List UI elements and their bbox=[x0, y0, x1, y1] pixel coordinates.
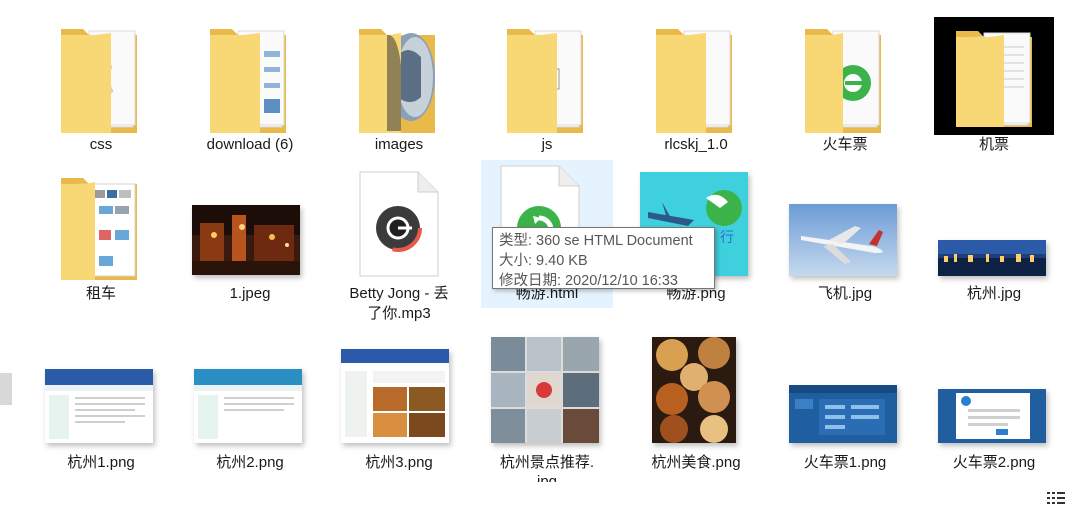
file-hangzhou-jpg[interactable]: 杭州.jpg bbox=[920, 168, 1068, 313]
image-thumbnail bbox=[341, 349, 449, 443]
folder-icon bbox=[656, 29, 732, 133]
folder-icon bbox=[805, 29, 881, 133]
folder-js[interactable]: js bbox=[473, 17, 621, 162]
folder-icon bbox=[61, 29, 137, 133]
item-label: 杭州美食.png bbox=[651, 454, 741, 471]
item-label: 火车票2.png bbox=[952, 454, 1036, 471]
file-hangzhou3-png[interactable]: 杭州3.png bbox=[325, 335, 473, 485]
item-label: js bbox=[541, 136, 553, 153]
file-betty-jong-mp3[interactable]: Betty Jong - 丢 了你.mp3 bbox=[325, 168, 473, 333]
item-label: 杭州.jpg bbox=[966, 285, 1022, 302]
image-thumbnail bbox=[938, 389, 1046, 443]
item-label-line1: 杭州景点推荐. bbox=[499, 454, 595, 471]
audio-file-icon bbox=[359, 171, 439, 277]
item-label: 1.jpeg bbox=[229, 285, 271, 302]
file-hangzhou1-png[interactable]: 杭州1.png bbox=[27, 335, 175, 485]
image-thumbnail bbox=[192, 205, 300, 275]
folder-icon bbox=[61, 178, 137, 280]
item-label: 租车 bbox=[85, 285, 116, 302]
item-label: 飞机.jpg bbox=[817, 285, 873, 302]
file-info-tooltip: 类型: 360 se HTML Document 大小: 9.40 KB 修改日… bbox=[492, 227, 715, 289]
folder-air-tickets[interactable]: 机票 bbox=[920, 17, 1068, 162]
image-thumbnail bbox=[789, 385, 897, 443]
item-label: 杭州1.png bbox=[67, 454, 135, 471]
item-label: 机票 bbox=[978, 136, 1009, 153]
file-train-ticket1-png[interactable]: 火车票1.png bbox=[771, 335, 919, 485]
item-label-line2: jpg bbox=[536, 473, 558, 482]
image-thumbnail bbox=[491, 337, 599, 443]
item-label: 杭州2.png bbox=[216, 454, 284, 471]
item-label: images bbox=[374, 136, 424, 153]
scrollbar-thumb[interactable] bbox=[0, 373, 12, 405]
tooltip-type: 类型: 360 se HTML Document bbox=[499, 233, 693, 249]
tooltip-modified: 修改日期: 2020/12/10 16:33 bbox=[499, 273, 678, 289]
svg-text:行: 行 bbox=[720, 230, 734, 246]
image-thumbnail bbox=[938, 240, 1046, 276]
item-label-line1: Betty Jong - 丢 bbox=[349, 285, 449, 302]
folder-car-rental[interactable]: 租车 bbox=[27, 168, 175, 313]
file-hangzhou-attractions-jpg[interactable]: 杭州景点推荐. jpg bbox=[473, 335, 621, 485]
image-thumbnail bbox=[45, 369, 153, 443]
details-view-icon[interactable] bbox=[1046, 490, 1066, 506]
file-train-ticket2-png[interactable]: 火车票2.png bbox=[920, 335, 1068, 485]
file-airplane-jpg[interactable]: 飞机.jpg bbox=[771, 168, 919, 313]
image-thumbnail bbox=[789, 204, 897, 276]
file-hangzhou-food-png[interactable]: 杭州美食.png bbox=[622, 335, 770, 485]
folder-icon bbox=[359, 29, 435, 133]
image-thumbnail bbox=[194, 369, 302, 443]
item-label: rlcskj_1.0 bbox=[664, 136, 728, 153]
item-label: 火车票 bbox=[822, 136, 868, 153]
folder-icon bbox=[934, 17, 1054, 135]
image-thumbnail bbox=[652, 337, 736, 443]
item-label: download (6) bbox=[206, 136, 294, 153]
folder-icon bbox=[507, 29, 583, 133]
file-1-jpeg[interactable]: 1.jpeg bbox=[176, 168, 324, 313]
tooltip-size: 大小: 9.40 KB bbox=[499, 253, 588, 269]
item-label-line2: 了你.mp3 bbox=[367, 305, 431, 322]
folder-icon bbox=[210, 29, 286, 133]
folder-download[interactable]: download (6) bbox=[176, 17, 324, 162]
folder-train-tickets[interactable]: 火车票 bbox=[771, 17, 919, 162]
folder-css[interactable]: css bbox=[27, 17, 175, 162]
item-label: css bbox=[89, 136, 113, 153]
folder-rlcskj[interactable]: rlcskj_1.0 bbox=[622, 17, 770, 162]
item-label: 杭州3.png bbox=[365, 454, 433, 471]
file-hangzhou2-png[interactable]: 杭州2.png bbox=[176, 335, 324, 485]
item-label: 火车票1.png bbox=[803, 454, 887, 471]
folder-images[interactable]: images bbox=[325, 17, 473, 162]
